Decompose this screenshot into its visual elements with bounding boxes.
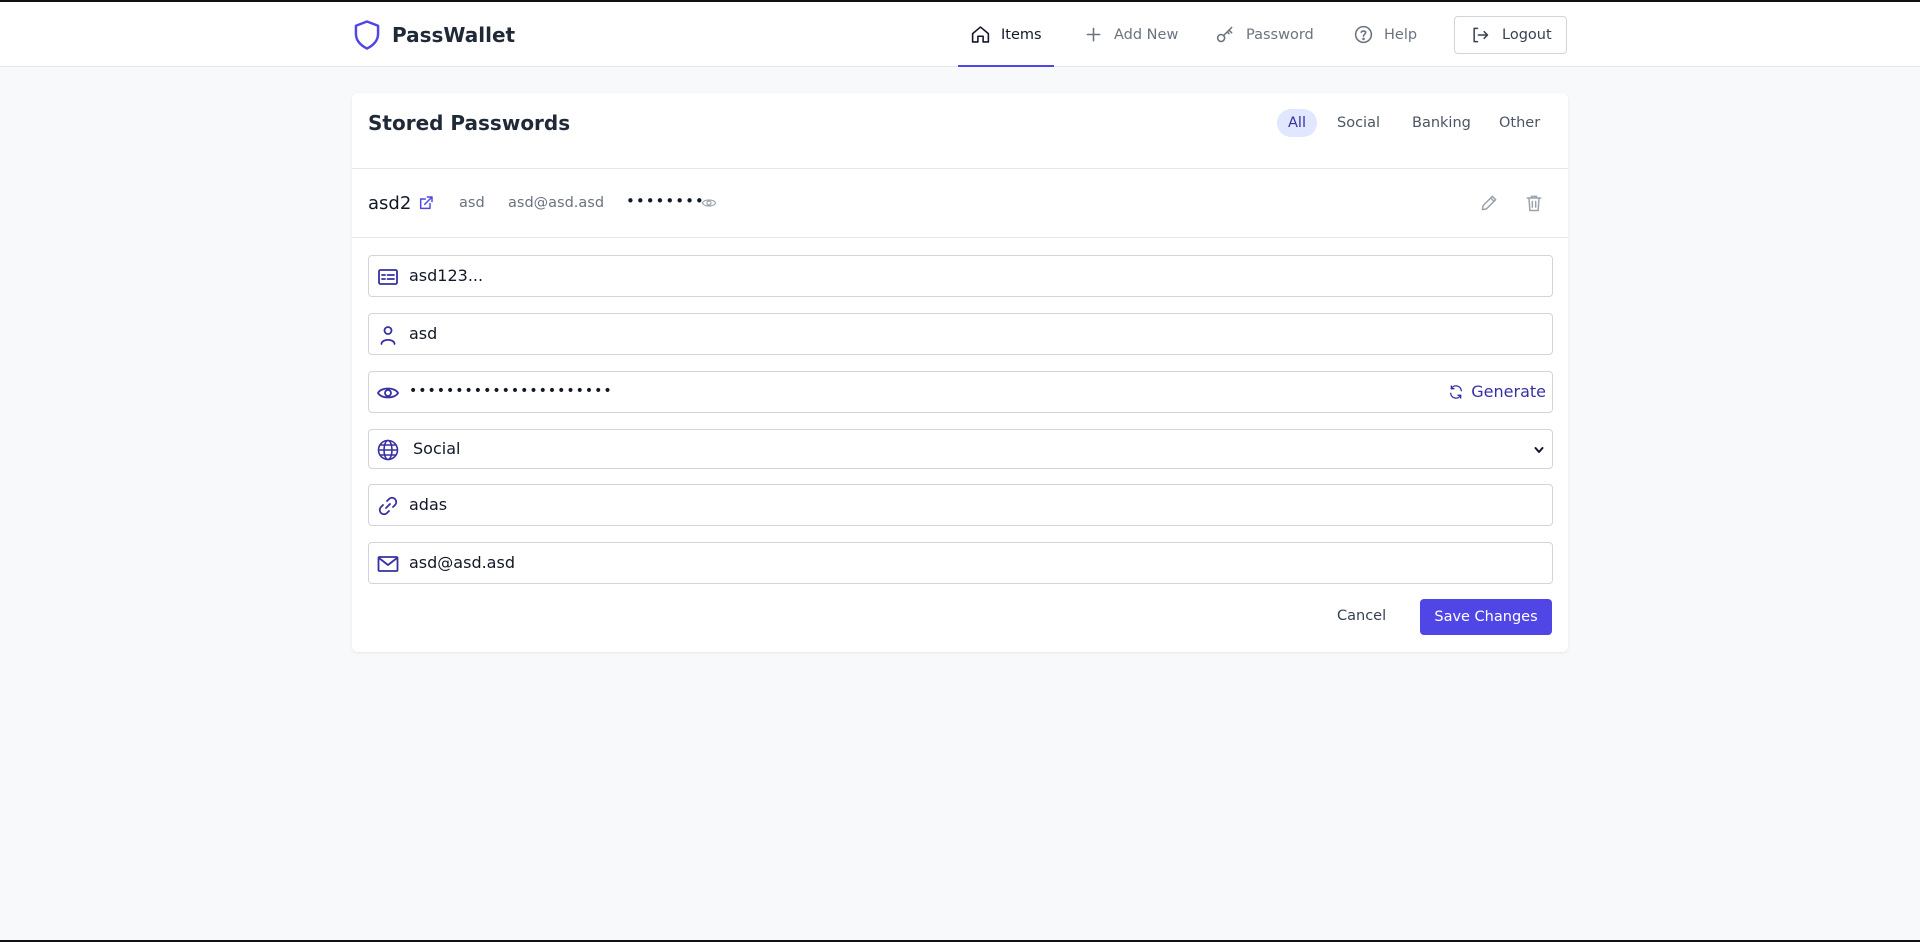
nav-add-new-label: Add New	[1114, 26, 1179, 43]
home-icon	[971, 26, 990, 43]
generate-label: Generate	[1471, 382, 1546, 401]
nav-help[interactable]: Help	[1353, 2, 1417, 67]
eye-icon[interactable]	[376, 381, 400, 405]
nav-items[interactable]: Items	[958, 2, 1054, 67]
save-changes-button[interactable]: Save Changes	[1420, 599, 1552, 635]
filter-all[interactable]: All	[1277, 109, 1317, 137]
email-input[interactable]	[409, 553, 1309, 572]
password-field[interactable]: •••••••••••••••••••••• Generate	[368, 371, 1553, 413]
filter-banking[interactable]: Banking	[1401, 109, 1482, 137]
chevron-down-icon	[1534, 447, 1544, 453]
title-field[interactable]	[368, 255, 1553, 297]
generate-button[interactable]: Generate	[1448, 382, 1546, 401]
password-input[interactable]: ••••••••••••••••••••••	[409, 383, 1309, 399]
nav-password-label: Password	[1246, 26, 1314, 43]
email-field[interactable]	[368, 542, 1553, 584]
filter-social[interactable]: Social	[1326, 109, 1391, 137]
app-name: PassWallet	[392, 23, 516, 47]
id-card-icon	[378, 269, 398, 285]
help-circle-icon	[1354, 25, 1373, 44]
brand[interactable]: PassWallet	[352, 19, 515, 51]
edit-icon[interactable]	[1479, 193, 1499, 213]
username-input[interactable]	[409, 324, 1309, 343]
shield-icon	[354, 20, 380, 50]
nav-password[interactable]: Password	[1215, 2, 1314, 67]
logout-button[interactable]: Logout	[1454, 16, 1567, 54]
entry-username: asd	[459, 195, 485, 211]
user-icon	[380, 326, 396, 345]
external-link-icon[interactable]	[418, 195, 434, 211]
card-header: Stored Passwords All Social Banking Othe…	[352, 93, 1568, 169]
mail-icon	[377, 556, 399, 572]
key-icon	[1216, 26, 1233, 43]
page-title: Stored Passwords	[368, 111, 571, 135]
nav-add-new[interactable]: Add New	[1083, 2, 1178, 67]
category-value: Social	[413, 439, 461, 458]
entry-masked-password: ••••••••	[626, 192, 705, 210]
url-input[interactable]	[409, 495, 1309, 514]
plus-icon	[1086, 27, 1101, 42]
url-field[interactable]	[368, 484, 1553, 526]
entry-name: asd2	[368, 193, 412, 214]
username-field[interactable]	[368, 313, 1553, 355]
passwords-card: Stored Passwords All Social Banking Othe…	[352, 93, 1568, 652]
globe-icon	[377, 439, 399, 461]
eye-icon[interactable]	[701, 196, 717, 210]
filter-other[interactable]: Other	[1488, 109, 1551, 137]
entry-email: asd@asd.asd	[508, 195, 605, 211]
logout-icon	[1473, 27, 1489, 43]
refresh-icon	[1450, 384, 1463, 399]
nav-items-label: Items	[1001, 26, 1042, 43]
nav-help-label: Help	[1384, 26, 1418, 43]
trash-icon[interactable]	[1524, 193, 1544, 213]
password-entry-row[interactable]: asd2 asd asd@asd.asd ••••••••	[352, 169, 1568, 238]
title-input[interactable]	[409, 266, 1309, 285]
top-navbar: PassWallet Items Add New Password Help L…	[0, 2, 1920, 67]
category-select[interactable]: Social	[368, 429, 1553, 469]
link-icon	[378, 496, 398, 516]
logout-label: Logout	[1502, 27, 1552, 43]
cancel-button[interactable]: Cancel	[1337, 608, 1386, 624]
